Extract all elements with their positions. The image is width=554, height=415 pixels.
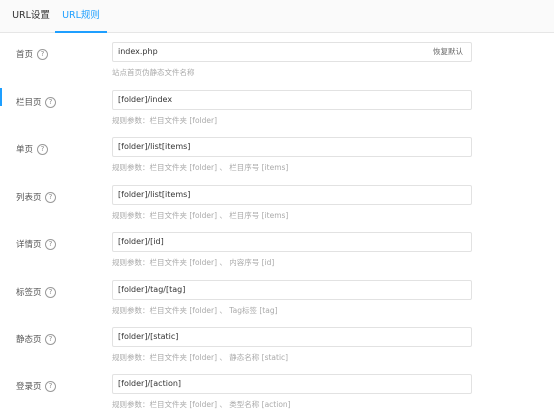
detail-page-url-input[interactable]: [folder]/[id] [112,232,472,252]
help-icon[interactable]: ? [45,287,56,298]
home-url-input[interactable]: index.php 恢复默认 [112,42,472,62]
row-label: 详情页 [16,240,42,250]
field-value: [folder]/[action] [118,379,182,388]
field-hint: 规则参数：栏目文件夹 [folder] 、 Tag标签 [tag] [112,306,278,315]
help-icon[interactable]: ? [45,239,56,250]
form-row-tag-page: 标签页 ? [folder]/tag/[tag] 规则参数：栏目文件夹 [fol… [0,280,554,327]
url-settings-page: { "tabs": [ {"label": "URL设置"}, {"label"… [0,0,554,415]
field-hint: 规则参数：栏目文件夹 [folder] [112,116,218,125]
help-icon[interactable]: ? [37,144,48,155]
row-label: 登录页 [16,382,42,392]
list-page-url-input[interactable]: [folder]/list[items] [112,185,472,205]
single-page-url-input[interactable]: [folder]/list[items] [112,137,472,157]
form-row-static-page: 静态页 ? [folder]/[static] 规则参数：栏目文件夹 [fold… [0,327,554,374]
tag-page-url-input[interactable]: [folder]/tag/[tag] [112,280,472,300]
field-hint: 规则参数：栏目文件夹 [folder] 、 内容序号 [id] [112,258,275,267]
login-page-url-input[interactable]: [folder]/[action] [112,374,472,394]
field-value: [folder]/[static] [118,332,179,341]
form-row-detail-page: 详情页 ? [folder]/[id] 规则参数：栏目文件夹 [folder] … [0,232,554,279]
field-value: index.php [118,47,158,56]
field-hint: 规则参数：栏目文件夹 [folder] 、 类型名称 [action] [112,400,291,409]
row-label: 首页 [16,50,34,60]
row-label: 静态页 [16,335,42,345]
field-hint: 规则参数：栏目文件夹 [folder] 、 栏目序号 [items] [112,163,289,172]
row-label: 单页 [16,145,34,155]
field-value: [folder]/tag/[tag] [118,285,186,294]
help-icon[interactable]: ? [45,192,56,203]
row-label: 栏目页 [16,98,42,108]
tab-url-settings[interactable]: URL设置 [7,0,55,32]
help-icon[interactable]: ? [37,49,48,60]
static-page-url-input[interactable]: [folder]/[static] [112,327,472,347]
tab-bar: URL设置 URL规则 [0,0,554,33]
category-url-input[interactable]: [folder]/index [112,90,472,110]
row-label: 标签页 [16,288,42,298]
form-row-login-page: 登录页 ? [folder]/[action] 规则参数：栏目文件夹 [fold… [0,374,554,415]
field-hint: 站点首页伪静态文件名称 [112,68,195,77]
field-hint: 规则参数：栏目文件夹 [folder] 、 栏目序号 [items] [112,211,289,220]
field-value: [folder]/list[items] [118,190,191,199]
row-label: 列表页 [16,193,42,203]
form-row-list-page: 列表页 ? [folder]/list[items] 规则参数：栏目文件夹 [f… [0,185,554,232]
help-icon[interactable]: ? [45,381,56,392]
form-row-category: 栏目页 ? [folder]/index 规则参数：栏目文件夹 [folder] [0,90,554,137]
help-icon[interactable]: ? [45,97,56,108]
restore-default-button[interactable]: 恢复默认 [433,43,463,61]
field-value: [folder]/index [118,95,173,104]
tab-url-rules[interactable]: URL规则 [55,0,107,33]
form-row-single-page: 单页 ? [folder]/list[items] 规则参数：栏目文件夹 [fo… [0,137,554,184]
field-value: [folder]/list[items] [118,142,191,151]
form-row-home: 首页 ? index.php 恢复默认 站点首页伪静态文件名称 [0,42,554,89]
field-value: [folder]/[id] [118,237,164,246]
help-icon[interactable]: ? [45,334,56,345]
field-hint: 规则参数：栏目文件夹 [folder] 、 静态名称 [static] [112,353,289,362]
